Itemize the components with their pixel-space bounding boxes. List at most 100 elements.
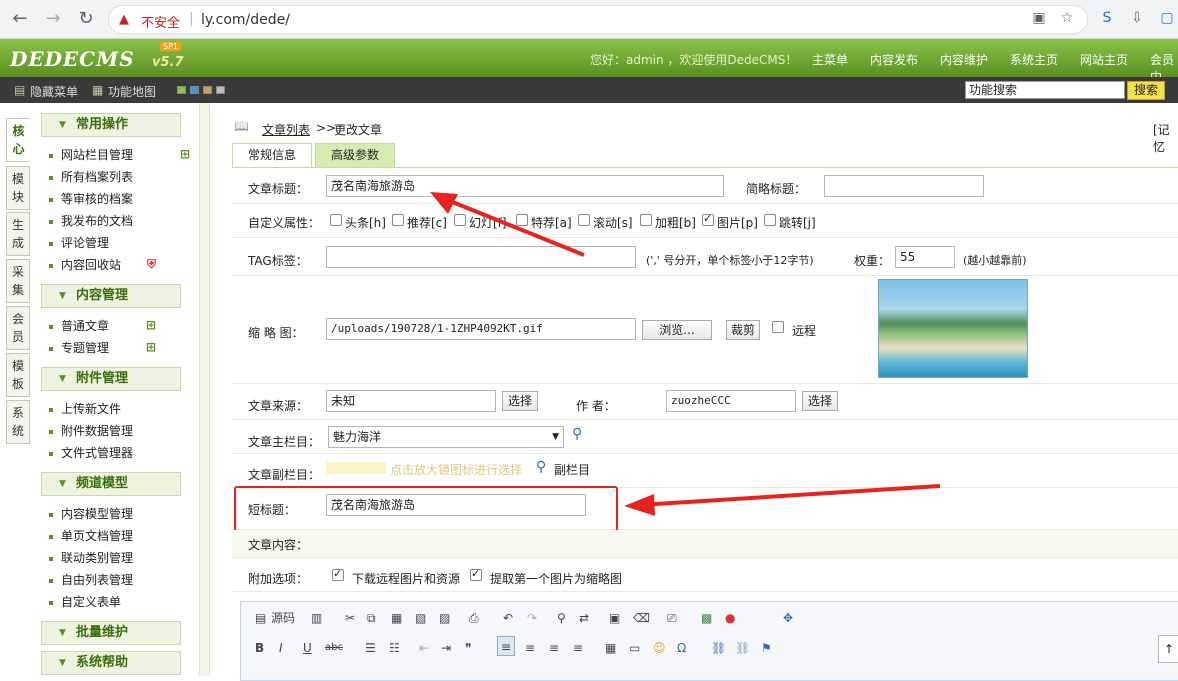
translate-icon[interactable]: ▣ xyxy=(1030,10,1048,28)
attr-h-checkbox[interactable] xyxy=(330,214,342,226)
menu-group-batch[interactable]: ▼ 批量维护 xyxy=(41,621,181,645)
sub-column-link[interactable]: 副栏目 xyxy=(554,461,590,478)
address-bar[interactable]: ▲ 不安全 | ly.com/dede/ xyxy=(108,5,1088,34)
hr-icon[interactable]: ▭ xyxy=(629,638,640,658)
skin-gray-swatch[interactable] xyxy=(216,86,225,94)
undo-icon[interactable]: ↶ xyxy=(503,608,513,628)
link-icon[interactable]: ⛓ xyxy=(711,638,726,658)
thumb-path-input[interactable]: /uploads/190728/1-1ZHP4092KT.gif xyxy=(326,318,636,340)
forward-icon[interactable]: → xyxy=(42,8,64,30)
maximize-icon[interactable]: ✥ xyxy=(783,608,793,628)
vtab-system[interactable]: 系统 xyxy=(6,400,30,444)
preview-icon[interactable]: ⎚ xyxy=(667,608,677,628)
author-input[interactable]: zuozheCCC xyxy=(666,390,796,412)
function-search-input[interactable]: 功能搜索 xyxy=(965,81,1125,99)
vtab-module[interactable]: 模块 xyxy=(6,166,30,210)
search-button[interactable]: 搜索 xyxy=(1127,81,1165,100)
menu-group-channel[interactable]: ▼ 频道模型 xyxy=(41,472,181,496)
menu-item-attach-data[interactable]: 附件数据管理 xyxy=(49,422,133,440)
source-button[interactable]: 源码 xyxy=(271,608,295,628)
menu-item-columns[interactable]: 网站栏目管理 xyxy=(49,146,133,164)
menu-item-topic[interactable]: 专题管理 xyxy=(49,339,109,357)
select-all-icon[interactable]: ▣ xyxy=(609,608,620,628)
breadcrumb-link[interactable]: 文章列表 xyxy=(262,121,310,138)
skin-brown-swatch[interactable] xyxy=(203,86,212,94)
nav-system-home[interactable]: 系统主页 xyxy=(1010,51,1058,68)
download-icon[interactable]: ⇩ xyxy=(1128,10,1146,28)
menu-group-attachment[interactable]: ▼ 附件管理 xyxy=(41,367,181,391)
skin-blue-swatch[interactable] xyxy=(190,86,199,94)
menu-item-pending[interactable]: 等审核的档案 xyxy=(49,190,133,208)
paste-icon[interactable]: ▦ xyxy=(391,608,402,628)
outdent-icon[interactable]: ⇤ xyxy=(419,638,429,658)
menu-group-help[interactable]: ▼ 系统帮助 xyxy=(41,651,181,675)
author-select-button[interactable]: 选择 xyxy=(802,391,838,411)
main-column-select[interactable]: 魅力海洋 ▼ xyxy=(328,426,564,448)
menu-item-content-model[interactable]: 内容模型管理 xyxy=(49,505,133,523)
reload-icon[interactable]: ↻ xyxy=(75,8,97,30)
hide-menu-link[interactable]: 隐藏菜单 xyxy=(30,83,78,100)
weight-input[interactable]: 55 xyxy=(895,246,955,268)
menu-item-custom-form[interactable]: 自定义表单 xyxy=(49,593,121,611)
extension-box-icon[interactable]: ▢ xyxy=(1158,10,1176,28)
menu-item-article[interactable]: 普通文章 xyxy=(49,317,109,335)
align-left-icon[interactable]: ≡ xyxy=(497,636,516,656)
tag-input[interactable] xyxy=(326,246,636,268)
blockquote-icon[interactable]: ❞ xyxy=(465,638,471,658)
magnifier-icon[interactable]: ⚲ xyxy=(572,426,582,442)
menu-item-all-docs[interactable]: 所有档案列表 xyxy=(49,168,133,186)
remote-checkbox[interactable] xyxy=(772,321,784,333)
unlink-icon[interactable]: ⛓ xyxy=(735,638,750,658)
tab-advanced[interactable]: 高级参数 xyxy=(315,143,395,167)
source-icon[interactable]: ▤ xyxy=(255,608,266,628)
redo-icon[interactable]: ↷ xyxy=(527,608,537,628)
short-title-input[interactable] xyxy=(824,175,984,197)
vtab-core[interactable]: 核心 xyxy=(6,118,30,162)
indent-icon[interactable]: ⇥ xyxy=(441,638,451,658)
menu-item-linkage[interactable]: 联动类别管理 xyxy=(49,549,133,567)
cut-icon[interactable]: ✂ xyxy=(345,608,355,628)
replace-icon[interactable]: ⇄ xyxy=(579,608,589,628)
attr-c-checkbox[interactable] xyxy=(392,214,404,226)
sub-magnifier-icon[interactable]: ⚲ xyxy=(536,459,546,475)
attr-j-checkbox[interactable] xyxy=(764,214,776,226)
paste-word-icon[interactable]: ▨ xyxy=(439,608,450,628)
anchor-flag-icon[interactable]: ⚑ xyxy=(761,638,772,658)
vtab-member[interactable]: 会员 xyxy=(6,306,30,350)
menu-item-recycle[interactable]: 内容回收站 xyxy=(49,256,121,274)
underline-icon[interactable]: U xyxy=(303,638,312,658)
attr-b-checkbox[interactable] xyxy=(640,214,652,226)
scroll-top-icon[interactable]: ↑ xyxy=(1158,635,1178,663)
attr-f-checkbox[interactable] xyxy=(454,214,466,226)
bullet-list-icon[interactable]: ☷ xyxy=(389,638,400,658)
back-icon[interactable]: ← xyxy=(9,8,31,30)
menu-group-content[interactable]: ▼ 内容管理 xyxy=(41,284,181,308)
nav-main-menu[interactable]: 主菜单 xyxy=(812,51,848,68)
align-center-icon[interactable]: ≡ xyxy=(525,638,535,658)
strike-icon[interactable]: abc xyxy=(325,638,343,658)
nav-maintain[interactable]: 内容维护 xyxy=(940,51,988,68)
copy-icon[interactable]: ⧉ xyxy=(367,608,376,628)
menu-item-single-page[interactable]: 单页文档管理 xyxy=(49,527,133,545)
source-input[interactable]: 未知 xyxy=(326,390,496,412)
eraser-icon[interactable]: ⌫ xyxy=(633,608,650,628)
flash-icon[interactable]: ● xyxy=(725,608,735,628)
italic-icon[interactable]: I xyxy=(279,638,283,658)
function-map-link[interactable]: 功能地图 xyxy=(108,83,156,100)
paste-text-icon[interactable]: ▧ xyxy=(415,608,426,628)
menu-item-free-list[interactable]: 自由列表管理 xyxy=(49,571,133,589)
attr-s-checkbox[interactable] xyxy=(578,214,590,226)
first-image-thumb-checkbox[interactable] xyxy=(470,567,482,581)
menu-splitter[interactable] xyxy=(200,103,210,676)
nav-site-home[interactable]: 网站主页 xyxy=(1080,51,1128,68)
bold-icon[interactable]: B xyxy=(255,638,264,658)
smiley-icon[interactable]: ☺ xyxy=(653,638,666,658)
ordered-list-icon[interactable]: ☰ xyxy=(365,638,376,658)
download-remote-checkbox[interactable] xyxy=(332,567,344,581)
template-icon[interactable]: ▥ xyxy=(311,608,322,628)
source-select-button[interactable]: 选择 xyxy=(502,391,538,411)
extension-s-icon[interactable]: S xyxy=(1098,10,1116,28)
find-icon[interactable]: ⚲ xyxy=(557,608,566,628)
omega-icon[interactable]: Ω xyxy=(677,638,686,658)
skin-green-swatch[interactable] xyxy=(177,86,186,94)
